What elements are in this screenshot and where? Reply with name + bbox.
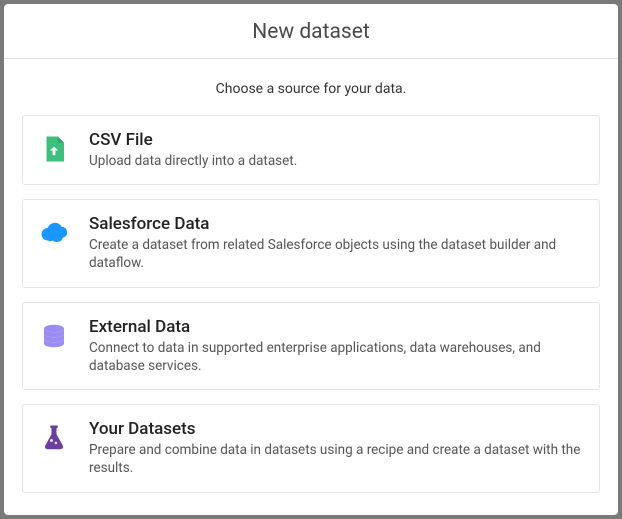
option-your-datasets[interactable]: Your Datasets Prepare and combine data i…: [22, 404, 600, 492]
option-salesforce-data[interactable]: Salesforce Data Create a dataset from re…: [22, 199, 600, 287]
option-desc: Prepare and combine data in datasets usi…: [89, 441, 583, 477]
database-icon: [37, 319, 71, 353]
option-csv-file[interactable]: CSV File Upload data directly into a dat…: [22, 115, 600, 185]
option-title: CSV File: [89, 130, 583, 150]
modal-subtitle-wrap: Choose a source for your data.: [4, 59, 618, 115]
modal-title: New dataset: [4, 20, 618, 44]
modal-subtitle: Choose a source for your data.: [4, 81, 618, 97]
option-desc: Create a dataset from related Salesforce…: [89, 236, 583, 272]
option-desc: Connect to data in supported enterprise …: [89, 339, 583, 375]
option-external-data[interactable]: External Data Connect to data in support…: [22, 302, 600, 390]
option-text: Your Datasets Prepare and combine data i…: [89, 419, 583, 477]
option-desc: Upload data directly into a dataset.: [89, 152, 583, 170]
cloud-icon: [37, 216, 71, 250]
modal-header: New dataset: [4, 4, 618, 59]
flask-icon: [37, 421, 71, 455]
source-options-list: CSV File Upload data directly into a dat…: [4, 115, 618, 511]
option-title: External Data: [89, 317, 583, 337]
option-title: Your Datasets: [89, 419, 583, 439]
new-dataset-modal: New dataset Choose a source for your dat…: [4, 4, 618, 515]
file-upload-icon: [37, 132, 71, 166]
option-text: CSV File Upload data directly into a dat…: [89, 130, 583, 170]
option-text: External Data Connect to data in support…: [89, 317, 583, 375]
option-title: Salesforce Data: [89, 214, 583, 234]
option-text: Salesforce Data Create a dataset from re…: [89, 214, 583, 272]
